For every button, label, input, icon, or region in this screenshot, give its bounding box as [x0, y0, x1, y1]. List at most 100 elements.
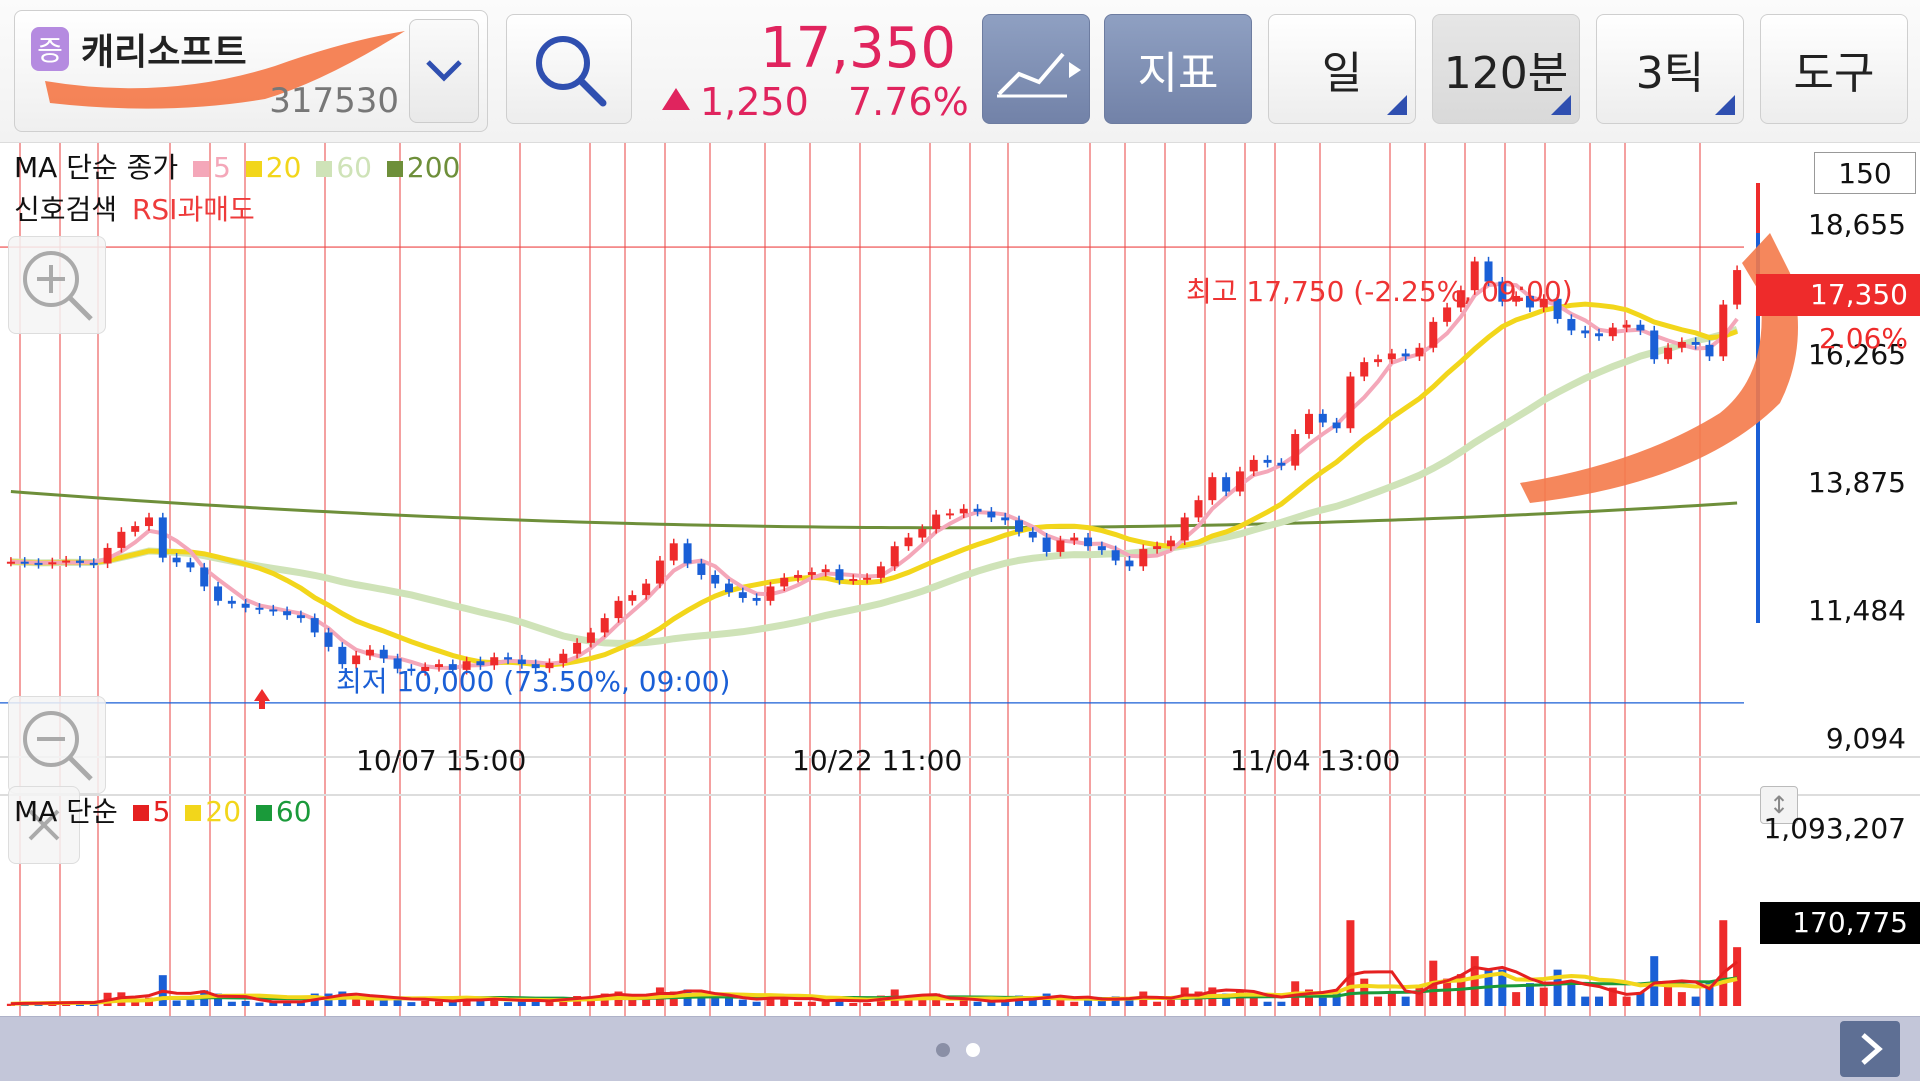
candle-body: [1387, 353, 1396, 360]
next-page-button[interactable]: [1840, 1021, 1900, 1077]
candle-body: [821, 569, 830, 573]
candle-body: [62, 560, 71, 563]
candle-body: [1705, 344, 1714, 357]
period-count-box[interactable]: 150: [1814, 152, 1916, 194]
candle-body: [655, 560, 664, 584]
candle-body: [75, 560, 84, 563]
candle-body: [945, 513, 954, 516]
candle-body: [1608, 327, 1617, 337]
candle-body: [1719, 304, 1728, 357]
stock-code: 317530: [269, 81, 399, 121]
candle-body: [186, 562, 195, 568]
x-date-label: 10/07 15:00: [356, 744, 527, 777]
candle-body: [794, 574, 803, 578]
candle-body: [1595, 333, 1603, 337]
candle-body: [642, 583, 651, 596]
candle-body: [1360, 362, 1369, 377]
day-period-button[interactable]: 일: [1268, 14, 1416, 124]
volume-bar: [1719, 920, 1728, 1006]
candle-body: [669, 543, 678, 561]
x-date-label: 11/04 13:00: [1230, 744, 1401, 777]
y-tick: 18,655: [1808, 208, 1906, 241]
page-indicator-dot[interactable]: [936, 1043, 950, 1057]
zoom-in-button[interactable]: [8, 236, 106, 334]
volume-bar: [172, 1000, 181, 1006]
volume-bar: [255, 1002, 264, 1006]
stock-selector[interactable]: 증 캐리소프트 317530: [14, 10, 488, 132]
indicator-button[interactable]: 지표: [1104, 14, 1252, 124]
candle-body: [697, 563, 706, 575]
candle-body: [1222, 477, 1231, 492]
candle-body: [200, 567, 209, 587]
ma200-line: [10, 490, 1738, 530]
candle-body: [1346, 376, 1355, 429]
candle-body: [1415, 347, 1424, 357]
candle-body: [1249, 459, 1258, 472]
tick-button[interactable]: 3틱: [1596, 14, 1744, 124]
y-tick: 9,094: [1825, 722, 1906, 755]
volume-bar: [241, 1000, 250, 1006]
candle-body: [145, 517, 153, 527]
signal-search[interactable]: 신호검색 RSI과매도: [14, 188, 261, 228]
chart-canvas[interactable]: [0, 143, 1920, 1016]
candle-body: [1125, 560, 1134, 567]
candle-body: [1332, 422, 1341, 429]
candle-body: [766, 586, 775, 601]
candle-body: [324, 632, 333, 647]
candle-body: [1180, 517, 1189, 541]
candle-body: [807, 572, 816, 575]
page-footer: [0, 1016, 1920, 1081]
candle-body: [711, 574, 720, 584]
ma-legend-label: MA 단순 종가: [14, 151, 179, 184]
candle-body: [20, 561, 29, 564]
price-ma-legend: MA 단순 종가 5 20 60 200: [14, 146, 466, 186]
volume-bar: [1581, 996, 1590, 1006]
high-annotation: 최고 17,750 (-2.25%, 09:00): [1186, 275, 1573, 308]
candle-body: [573, 642, 582, 654]
candle-body: [172, 557, 181, 563]
corner-marker: [1551, 95, 1571, 115]
current-volume-tag: 170,775: [1760, 902, 1920, 944]
volume-bar: [1595, 996, 1603, 1006]
candle-body: [48, 562, 57, 565]
tools-button[interactable]: 도구: [1760, 14, 1908, 124]
candle-body: [1650, 330, 1659, 360]
volume-bar: [1622, 996, 1631, 1006]
candle-body: [1733, 270, 1742, 305]
candle-body: [1581, 330, 1590, 334]
candle-body: [89, 562, 98, 565]
volume-bar: [821, 1001, 830, 1006]
volume-bar: [752, 1001, 761, 1006]
candle-body: [1153, 546, 1162, 550]
candle-body: [1056, 540, 1065, 552]
volume-ma-legend: MA 단순 5 20 60: [14, 790, 318, 830]
interval-button[interactable]: 120분: [1432, 14, 1580, 124]
candle-body: [1235, 471, 1244, 492]
candle-body: [1166, 540, 1175, 547]
search-button[interactable]: [506, 14, 632, 124]
volume-bar: [711, 997, 720, 1006]
candle-body: [1263, 459, 1272, 463]
zoom-out-icon: [23, 711, 93, 781]
candle-body: [296, 615, 305, 619]
candle-body: [1097, 546, 1106, 551]
volume-bar: [365, 999, 374, 1006]
candle-body: [628, 595, 637, 601]
ma200-legend: 200: [386, 151, 460, 184]
volume-bar: [1277, 1001, 1286, 1006]
ma20-legend: 20: [245, 151, 301, 184]
candle-body: [1374, 359, 1383, 363]
zoom-out-button[interactable]: [8, 696, 106, 794]
candle-body: [683, 543, 692, 564]
candle-body: [1001, 517, 1010, 521]
candle-body: [1318, 413, 1327, 423]
chart-type-button[interactable]: [982, 14, 1090, 124]
stock-dropdown-button[interactable]: [409, 19, 479, 123]
page-indicator-dot-active[interactable]: [966, 1043, 980, 1057]
corner-marker: [1387, 95, 1407, 115]
volume-bar: [476, 1000, 485, 1006]
volume-bar: [1470, 956, 1479, 1006]
candle-body: [752, 597, 761, 601]
volume-bar: [1318, 997, 1327, 1006]
candle-body: [103, 547, 112, 564]
